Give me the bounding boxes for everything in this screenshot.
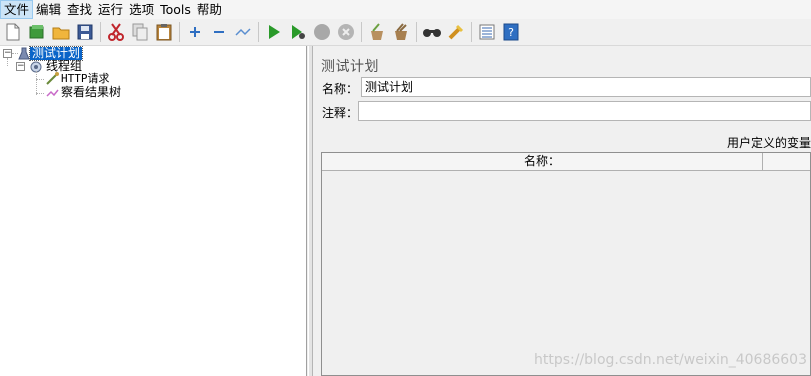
- save-icon[interactable]: [74, 21, 96, 43]
- watermark: https://blog.csdn.net/weixin_40686603: [533, 352, 807, 368]
- name-label: 名称：: [322, 82, 359, 96]
- menu-edit[interactable]: 编辑: [33, 0, 64, 19]
- reset-search-icon[interactable]: [445, 21, 467, 43]
- table-header: 名称：: [322, 153, 810, 171]
- user-variables-table[interactable]: 名称：: [321, 152, 811, 376]
- tree-node-result-tree[interactable]: 察看结果树: [45, 86, 123, 99]
- menu-run[interactable]: 运行: [95, 0, 126, 19]
- toolbar-separator: [361, 22, 362, 42]
- new-icon[interactable]: [2, 21, 24, 43]
- function-helper-icon[interactable]: [476, 21, 498, 43]
- tree-node-http-request[interactable]: HTTP请求: [45, 72, 112, 85]
- comment-label: 注释：: [322, 106, 359, 120]
- test-plan-panel: 测试计划 名称： 测试计划 注释： 用户定义的变量 名称：: [314, 46, 811, 376]
- toolbar: ?: [0, 19, 811, 46]
- menu-help[interactable]: 帮助: [194, 0, 225, 19]
- tree-label-http-request: HTTP请求: [61, 72, 110, 85]
- toolbar-separator: [416, 22, 417, 42]
- clear-icon[interactable]: [366, 21, 388, 43]
- tree-line: [36, 79, 44, 80]
- start-icon[interactable]: [263, 21, 285, 43]
- menu-search[interactable]: 查找: [64, 0, 95, 19]
- start-no-pause-icon[interactable]: [287, 21, 309, 43]
- test-tree: − 测试计划 − 线程组 HTTP请求 察看结果树: [0, 46, 307, 376]
- toolbar-separator: [471, 22, 472, 42]
- tree-label-result-tree: 察看结果树: [61, 85, 122, 99]
- paste-icon[interactable]: [153, 21, 175, 43]
- toggle-icon[interactable]: [232, 21, 254, 43]
- menu-options[interactable]: 选项: [126, 0, 157, 19]
- page-title: 测试计划: [321, 59, 379, 75]
- tree-line: [7, 58, 8, 66]
- toolbar-separator: [258, 22, 259, 42]
- menu-tools[interactable]: Tools: [157, 0, 194, 19]
- shutdown-icon[interactable]: [335, 21, 357, 43]
- result-tree-icon: [46, 89, 59, 97]
- comment-field[interactable]: [358, 101, 811, 121]
- tree-collapse-thread-group-icon[interactable]: −: [16, 62, 25, 71]
- tree-line: [36, 71, 37, 95]
- column-header-name[interactable]: 名称：: [322, 153, 762, 170]
- templates-icon[interactable]: [26, 21, 48, 43]
- tree-collapse-root-icon[interactable]: −: [3, 49, 12, 58]
- user-defined-variables-label: 用户定义的变量: [726, 136, 811, 150]
- menu-bar: 文件 编辑 查找 运行 选项 Tools 帮助: [0, 0, 811, 19]
- svg-text:?: ?: [508, 26, 514, 39]
- test-plan-icon: [18, 47, 30, 60]
- menu-file[interactable]: 文件: [0, 0, 34, 19]
- name-field[interactable]: 测试计划: [361, 77, 811, 97]
- collapse-icon[interactable]: [208, 21, 230, 43]
- open-icon[interactable]: [50, 21, 72, 43]
- cut-icon[interactable]: [105, 21, 127, 43]
- help-icon[interactable]: ?: [500, 21, 522, 43]
- copy-icon[interactable]: [129, 21, 151, 43]
- toolbar-separator: [100, 22, 101, 42]
- search-icon[interactable]: [421, 21, 443, 43]
- stop-icon[interactable]: [311, 21, 333, 43]
- expand-icon[interactable]: [184, 21, 206, 43]
- panel-splitter[interactable]: [308, 46, 313, 376]
- toolbar-separator: [179, 22, 180, 42]
- column-divider: [762, 153, 763, 170]
- http-request-icon: [46, 72, 59, 85]
- tree-line: [36, 93, 44, 94]
- clear-all-icon[interactable]: [390, 21, 412, 43]
